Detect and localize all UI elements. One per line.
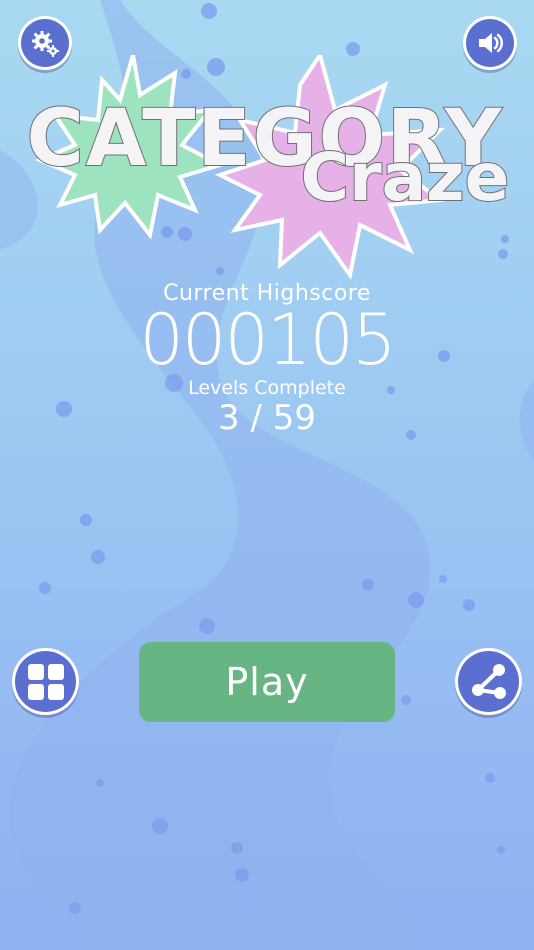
play-button[interactable]: Play [139, 642, 395, 722]
grid-icon [27, 663, 64, 700]
speaker-icon [479, 33, 503, 53]
share-button[interactable] [458, 651, 519, 712]
game-logo: CATEGORY Craze [26, 55, 510, 280]
highscore-value: 000105 [139, 299, 396, 381]
levels-complete-value: 3 / 59 [218, 398, 316, 438]
level-select-button[interactable] [15, 651, 76, 712]
title-line2: Craze [301, 139, 510, 216]
share-icon [471, 663, 506, 699]
gear-icon [32, 31, 59, 57]
play-button-label: Play [225, 660, 309, 704]
